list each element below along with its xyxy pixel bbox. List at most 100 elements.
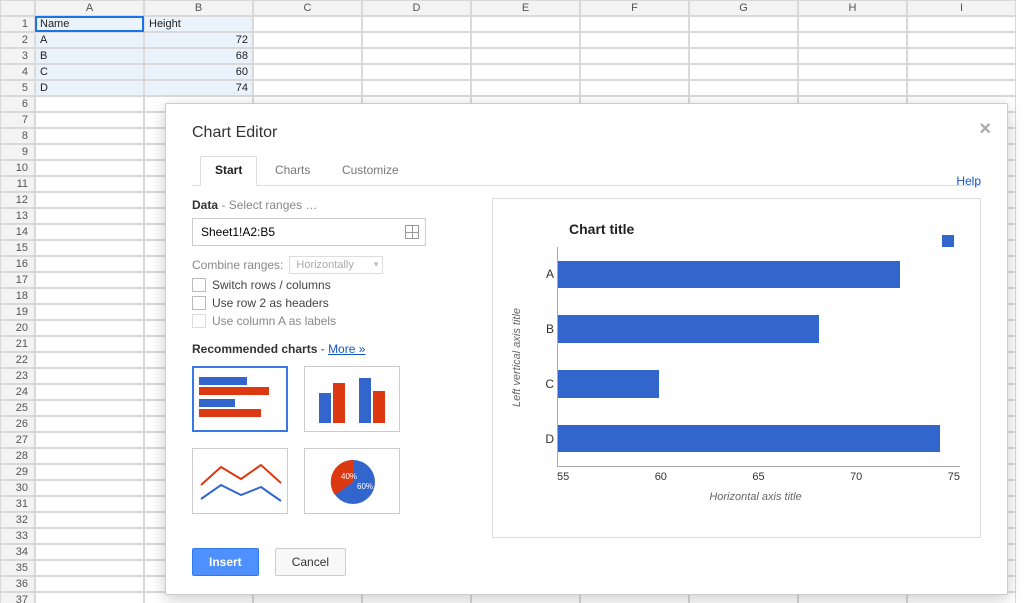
cell[interactable] (35, 352, 144, 368)
col-header[interactable]: H (798, 0, 907, 16)
cell[interactable] (35, 368, 144, 384)
cell[interactable] (35, 512, 144, 528)
cell[interactable] (798, 48, 907, 64)
cell-B2[interactable]: 72 (144, 32, 253, 48)
row-header[interactable]: 14 (0, 224, 35, 240)
row-header[interactable]: 2 (0, 32, 35, 48)
row-header[interactable]: 10 (0, 160, 35, 176)
row-header[interactable]: 16 (0, 256, 35, 272)
cell[interactable] (253, 64, 362, 80)
cell[interactable] (35, 224, 144, 240)
chart-thumb-hbar[interactable] (192, 366, 288, 432)
cancel-button[interactable]: Cancel (275, 548, 346, 576)
cell[interactable] (253, 32, 362, 48)
cell[interactable] (689, 80, 798, 96)
cell[interactable] (907, 80, 1016, 96)
cell[interactable] (689, 16, 798, 32)
cell[interactable] (580, 48, 689, 64)
row-header[interactable]: 6 (0, 96, 35, 112)
cell[interactable] (35, 160, 144, 176)
help-link[interactable]: Help (956, 174, 981, 188)
cell[interactable] (35, 144, 144, 160)
cell[interactable] (35, 176, 144, 192)
cell-A1[interactable]: Name (35, 16, 144, 32)
range-field[interactable] (199, 224, 405, 240)
col-header[interactable]: E (471, 0, 580, 16)
cell[interactable] (35, 448, 144, 464)
cell[interactable] (35, 544, 144, 560)
col-header[interactable]: D (362, 0, 471, 16)
close-icon[interactable]: × (979, 118, 991, 141)
range-input[interactable] (192, 218, 426, 246)
row-header[interactable]: 24 (0, 384, 35, 400)
cell[interactable] (35, 240, 144, 256)
cell[interactable] (471, 16, 580, 32)
cell[interactable] (798, 16, 907, 32)
cell[interactable] (907, 16, 1016, 32)
row-header[interactable]: 20 (0, 320, 35, 336)
cell[interactable] (362, 48, 471, 64)
row-header[interactable]: 36 (0, 576, 35, 592)
tab-start[interactable]: Start (200, 156, 257, 186)
cell[interactable] (35, 416, 144, 432)
cell-B4[interactable]: 60 (144, 64, 253, 80)
cell[interactable] (35, 480, 144, 496)
col-header[interactable]: G (689, 0, 798, 16)
cell[interactable] (253, 48, 362, 64)
row-header[interactable]: 18 (0, 288, 35, 304)
row-header[interactable]: 1 (0, 16, 35, 32)
recommended-more-link[interactable]: More » (328, 342, 365, 356)
cell[interactable] (689, 32, 798, 48)
row2-headers-checkbox[interactable] (192, 296, 206, 310)
row-header[interactable]: 8 (0, 128, 35, 144)
row-header[interactable]: 32 (0, 512, 35, 528)
tab-customize[interactable]: Customize (328, 157, 413, 185)
cell[interactable] (471, 64, 580, 80)
cell[interactable] (907, 32, 1016, 48)
cell[interactable] (35, 96, 144, 112)
chart-thumb-vbar[interactable] (304, 366, 400, 432)
row-header[interactable]: 3 (0, 48, 35, 64)
row-header[interactable]: 29 (0, 464, 35, 480)
row-header[interactable]: 13 (0, 208, 35, 224)
cell[interactable] (471, 32, 580, 48)
chart-thumb-line[interactable] (192, 448, 288, 514)
row-header[interactable]: 7 (0, 112, 35, 128)
select-all-corner[interactable] (0, 0, 35, 16)
row-header[interactable]: 17 (0, 272, 35, 288)
row-header[interactable]: 15 (0, 240, 35, 256)
cell[interactable] (907, 64, 1016, 80)
cell[interactable] (35, 304, 144, 320)
cell[interactable] (798, 80, 907, 96)
row-header[interactable]: 21 (0, 336, 35, 352)
cell[interactable] (362, 32, 471, 48)
cell[interactable] (253, 80, 362, 96)
row-header[interactable]: 12 (0, 192, 35, 208)
cell[interactable] (35, 560, 144, 576)
cell[interactable] (907, 48, 1016, 64)
row-header[interactable]: 27 (0, 432, 35, 448)
row-header[interactable]: 35 (0, 560, 35, 576)
cell[interactable] (253, 16, 362, 32)
cell[interactable] (35, 320, 144, 336)
cell-A2[interactable]: A (35, 32, 144, 48)
cell[interactable] (35, 464, 144, 480)
cell-A3[interactable]: B (35, 48, 144, 64)
cell[interactable] (35, 112, 144, 128)
cell[interactable] (35, 400, 144, 416)
cell[interactable] (35, 576, 144, 592)
cell[interactable] (471, 48, 580, 64)
row-header[interactable]: 22 (0, 352, 35, 368)
cell-B1[interactable]: Height (144, 16, 253, 32)
cell[interactable] (35, 272, 144, 288)
row-header[interactable]: 31 (0, 496, 35, 512)
cell-A4[interactable]: C (35, 64, 144, 80)
row-header[interactable]: 11 (0, 176, 35, 192)
row-header[interactable]: 37 (0, 592, 35, 603)
cell[interactable] (35, 208, 144, 224)
row-header[interactable]: 9 (0, 144, 35, 160)
cell[interactable] (580, 64, 689, 80)
tab-charts[interactable]: Charts (261, 157, 324, 185)
cell-A5[interactable]: D (35, 80, 144, 96)
cell[interactable] (35, 384, 144, 400)
